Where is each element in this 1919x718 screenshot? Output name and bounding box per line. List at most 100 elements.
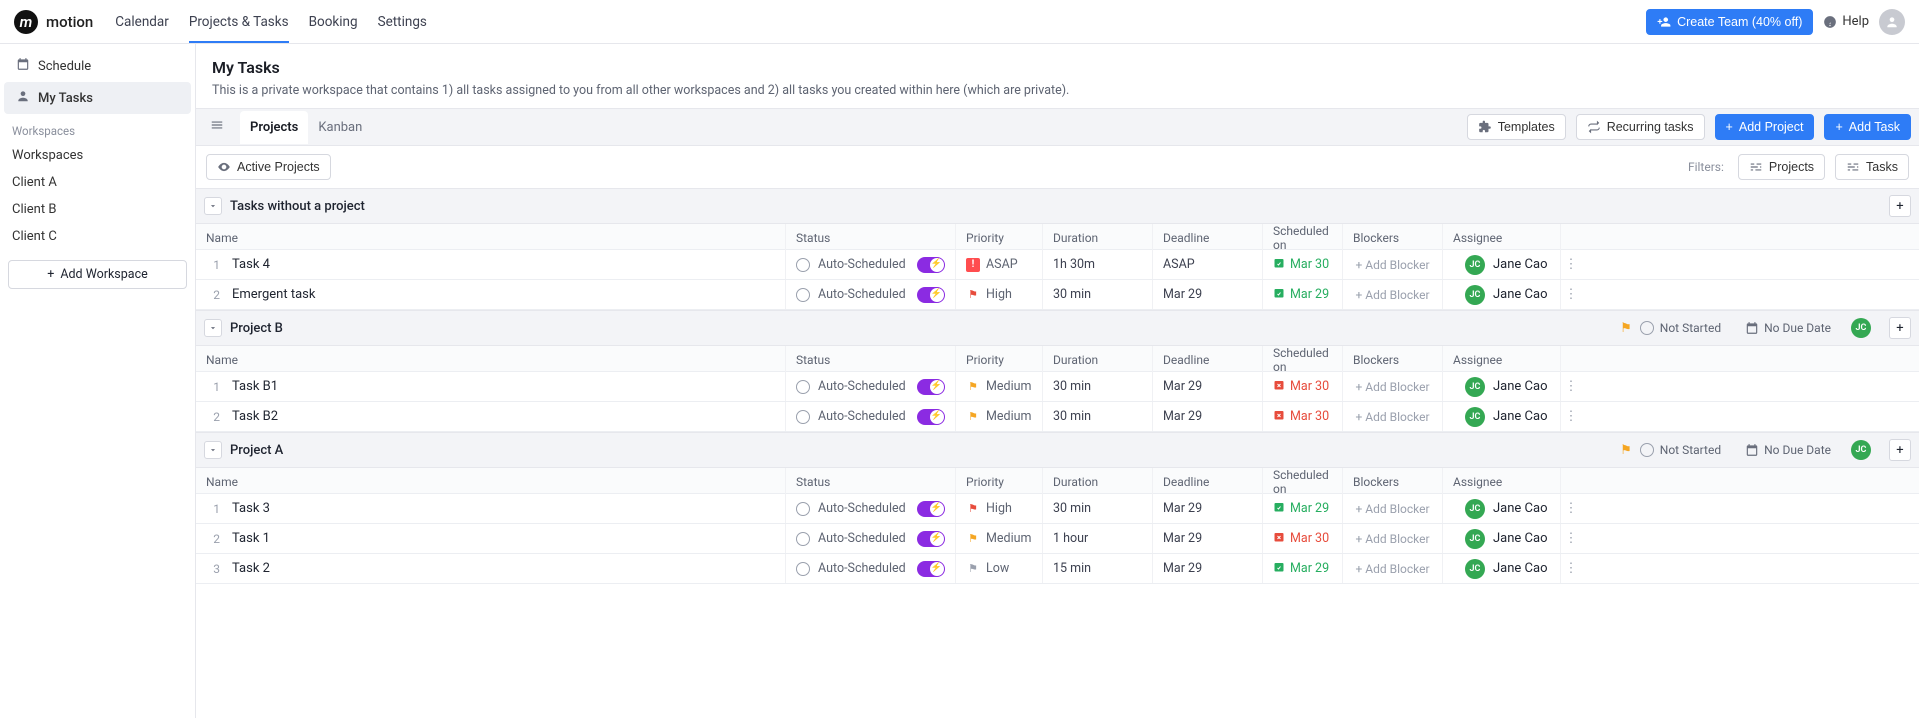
nav-calendar[interactable]: Calendar: [115, 2, 169, 42]
auto-schedule-toggle[interactable]: ⚡: [917, 287, 945, 303]
group-add-button[interactable]: +: [1889, 317, 1911, 339]
status-circle-icon[interactable]: [796, 288, 810, 302]
col-deadline[interactable]: Deadline: [1153, 468, 1263, 496]
col-assignee[interactable]: Assignee: [1443, 224, 1561, 252]
duration-cell[interactable]: 1 hour: [1043, 524, 1153, 553]
add-blocker-button[interactable]: + Add Blocker: [1343, 524, 1443, 553]
sidebar-item-my-tasks[interactable]: My Tasks: [4, 82, 191, 114]
scheduled-cell[interactable]: Mar 29: [1263, 554, 1343, 583]
scheduled-cell[interactable]: Mar 30: [1263, 372, 1343, 401]
project-status[interactable]: Not Started: [1640, 443, 1721, 457]
col-status[interactable]: Status: [786, 468, 956, 496]
auto-schedule-toggle[interactable]: ⚡: [917, 257, 945, 273]
workspace-item[interactable]: Client B: [0, 196, 195, 223]
scheduled-cell[interactable]: Mar 30: [1263, 402, 1343, 431]
deadline-cell[interactable]: Mar 29: [1153, 402, 1263, 431]
add-blocker-button[interactable]: + Add Blocker: [1343, 494, 1443, 523]
col-duration[interactable]: Duration: [1043, 224, 1153, 252]
col-name[interactable]: Name: [196, 468, 786, 496]
priority-cell[interactable]: ⚑Medium: [956, 402, 1043, 431]
deadline-cell[interactable]: Mar 29: [1153, 524, 1263, 553]
deadline-cell[interactable]: Mar 29: [1153, 372, 1263, 401]
duration-cell[interactable]: 30 min: [1043, 280, 1153, 309]
collapse-toggle[interactable]: [204, 441, 222, 459]
deadline-cell[interactable]: Mar 29: [1153, 280, 1263, 309]
help-link[interactable]: Help: [1823, 14, 1869, 29]
status-circle-icon[interactable]: [796, 258, 810, 272]
sidebar-item-schedule[interactable]: Schedule: [4, 50, 191, 82]
task-row[interactable]: 1Task B1 Auto-Scheduled ⚡ ⚑Medium 30 min…: [196, 372, 1919, 402]
flag-icon[interactable]: ⚑: [1620, 443, 1632, 458]
group-title[interactable]: Project A: [230, 443, 283, 458]
duration-cell[interactable]: 15 min: [1043, 554, 1153, 583]
duration-cell[interactable]: 30 min: [1043, 372, 1153, 401]
group-add-button[interactable]: +: [1889, 195, 1911, 217]
priority-cell[interactable]: !ASAP: [956, 250, 1043, 279]
assignee-cell[interactable]: JC Jane Cao: [1443, 494, 1561, 523]
row-more-button[interactable]: ⋮: [1561, 250, 1581, 279]
add-blocker-button[interactable]: + Add Blocker: [1343, 372, 1443, 401]
task-row[interactable]: 2Task B2 Auto-Scheduled ⚡ ⚑Medium 30 min…: [196, 402, 1919, 432]
add-blocker-button[interactable]: + Add Blocker: [1343, 554, 1443, 583]
deadline-cell[interactable]: Mar 29: [1153, 494, 1263, 523]
col-scheduled[interactable]: Scheduled on: [1263, 468, 1343, 496]
auto-schedule-toggle[interactable]: ⚡: [917, 409, 945, 425]
workspace-item[interactable]: Client C: [0, 223, 195, 250]
add-task-button[interactable]: + Add Task: [1824, 114, 1911, 140]
col-blockers[interactable]: Blockers: [1343, 468, 1443, 496]
duration-cell[interactable]: 30 min: [1043, 494, 1153, 523]
col-duration[interactable]: Duration: [1043, 468, 1153, 496]
active-projects-button[interactable]: Active Projects: [206, 154, 331, 180]
collapse-toggle[interactable]: [204, 319, 222, 337]
task-row[interactable]: 1Task 3 Auto-Scheduled ⚡ ⚑High 30 min Ma…: [196, 494, 1919, 524]
assignee-cell[interactable]: JC Jane Cao: [1443, 372, 1561, 401]
col-assignee[interactable]: Assignee: [1443, 346, 1561, 374]
scheduled-cell[interactable]: Mar 30: [1263, 250, 1343, 279]
row-more-button[interactable]: ⋮: [1561, 280, 1581, 309]
row-more-button[interactable]: ⋮: [1561, 524, 1581, 553]
list-toggle[interactable]: [204, 114, 230, 140]
assignee-cell[interactable]: JC Jane Cao: [1443, 280, 1561, 309]
user-avatar[interactable]: [1879, 9, 1905, 35]
row-more-button[interactable]: ⋮: [1561, 554, 1581, 583]
task-row[interactable]: 1Task 4 Auto-Scheduled ⚡ !ASAP 1h 30m AS…: [196, 250, 1919, 280]
col-priority[interactable]: Priority: [956, 468, 1043, 496]
project-due[interactable]: No Due Date: [1745, 321, 1831, 335]
assignee-cell[interactable]: JC Jane Cao: [1443, 250, 1561, 279]
row-more-button[interactable]: ⋮: [1561, 372, 1581, 401]
row-more-button[interactable]: ⋮: [1561, 402, 1581, 431]
col-duration[interactable]: Duration: [1043, 346, 1153, 374]
scheduled-cell[interactable]: Mar 29: [1263, 280, 1343, 309]
add-blocker-button[interactable]: + Add Blocker: [1343, 280, 1443, 309]
status-circle-icon[interactable]: [796, 532, 810, 546]
task-row[interactable]: 3Task 2 Auto-Scheduled ⚡ ⚑Low 15 min Mar…: [196, 554, 1919, 584]
priority-cell[interactable]: ⚑Low: [956, 554, 1043, 583]
col-scheduled[interactable]: Scheduled on: [1263, 346, 1343, 374]
nav-booking[interactable]: Booking: [309, 2, 358, 42]
priority-cell[interactable]: ⚑Medium: [956, 524, 1043, 553]
status-circle-icon[interactable]: [796, 410, 810, 424]
group-title[interactable]: Tasks without a project: [230, 199, 365, 214]
auto-schedule-toggle[interactable]: ⚡: [917, 501, 945, 517]
workspace-item[interactable]: Workspaces: [0, 142, 195, 169]
status-circle-icon[interactable]: [796, 380, 810, 394]
tab-kanban[interactable]: Kanban: [308, 111, 372, 144]
assignee-cell[interactable]: JC Jane Cao: [1443, 524, 1561, 553]
group-add-button[interactable]: +: [1889, 439, 1911, 461]
filter-projects-button[interactable]: Projects: [1738, 154, 1825, 180]
add-blocker-button[interactable]: + Add Blocker: [1343, 402, 1443, 431]
duration-cell[interactable]: 1h 30m: [1043, 250, 1153, 279]
status-circle-icon[interactable]: [796, 562, 810, 576]
col-blockers[interactable]: Blockers: [1343, 346, 1443, 374]
templates-button[interactable]: Templates: [1467, 114, 1566, 140]
scheduled-cell[interactable]: Mar 30: [1263, 524, 1343, 553]
assignee-cell[interactable]: JC Jane Cao: [1443, 554, 1561, 583]
add-blocker-button[interactable]: + Add Blocker: [1343, 250, 1443, 279]
col-name[interactable]: Name: [196, 346, 786, 374]
tab-projects[interactable]: Projects: [240, 111, 308, 144]
col-scheduled[interactable]: Scheduled on: [1263, 224, 1343, 252]
col-deadline[interactable]: Deadline: [1153, 346, 1263, 374]
filter-tasks-button[interactable]: Tasks: [1835, 154, 1909, 180]
col-status[interactable]: Status: [786, 224, 956, 252]
group-title[interactable]: Project B: [230, 321, 283, 336]
